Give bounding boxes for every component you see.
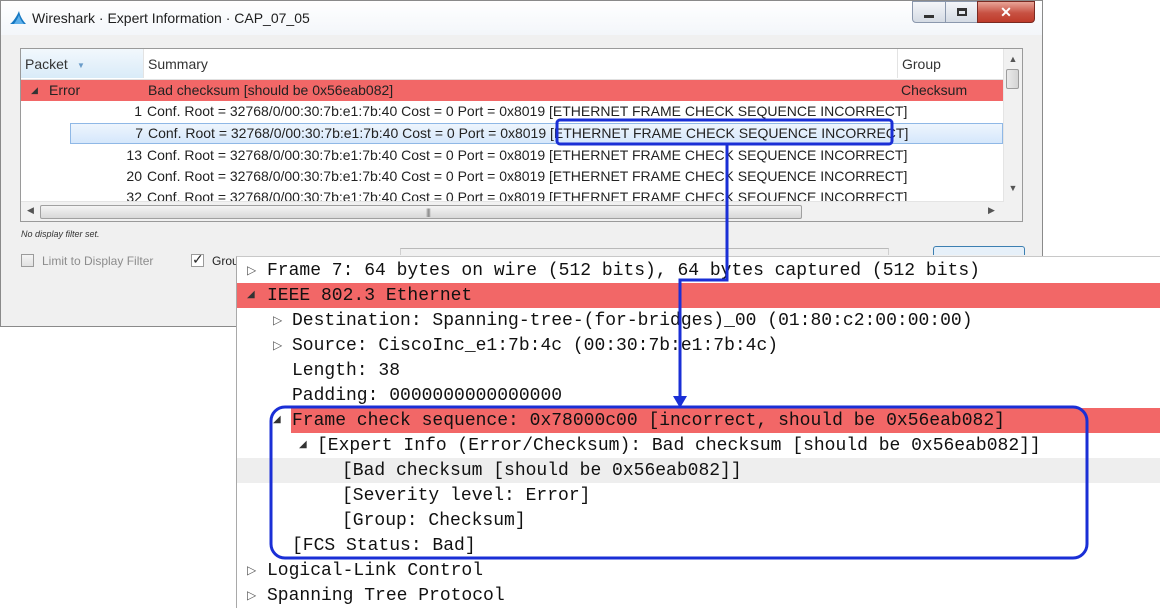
maximize-button[interactable] xyxy=(945,1,978,23)
limit-to-display-filter-label: Limit to Display Filter xyxy=(42,254,154,268)
group-by-summary-label: Grou xyxy=(212,254,239,268)
detail-text: Padding: 0000000000000000 xyxy=(292,386,563,406)
maximize-icon xyxy=(946,3,977,16)
expand-triangle-icon[interactable]: ▷ xyxy=(273,333,282,359)
column-header: Packet ▼ Summary Group xyxy=(21,49,1004,80)
detail-text: Logical-Link Control xyxy=(267,561,484,581)
horizontal-scrollbar[interactable]: ◀ ||| ▶ xyxy=(21,201,1004,221)
expand-triangle-icon[interactable]: ▷ xyxy=(273,308,282,334)
scroll-left-icon[interactable]: ◀ xyxy=(27,205,34,216)
display-filter-note: No display filter set. xyxy=(21,229,100,239)
packet-summary: Conf. Root = 32768/0/00:30:7b:e1:7b:40 C… xyxy=(148,125,909,141)
vertical-scroll-thumb[interactable] xyxy=(1006,69,1019,89)
scroll-corner xyxy=(1004,201,1022,221)
expand-triangle-icon[interactable]: ▷ xyxy=(247,583,256,609)
severity-label: Error xyxy=(49,82,81,98)
detail-row-stp[interactable]: ▷ Spanning Tree Protocol xyxy=(237,583,1160,608)
grip-icon: ||| xyxy=(426,207,431,217)
expert-info-tree[interactable]: Packet ▼ Summary Group ◢ Error Bad check… xyxy=(20,48,1023,222)
detail-row-bad-checksum[interactable]: [Bad checksum [should be 0x56eab082]] xyxy=(237,458,1160,483)
expand-triangle-icon[interactable]: ▷ xyxy=(247,558,256,584)
packet-number: 1 xyxy=(134,103,142,119)
detail-text: [Bad checksum [should be 0x56eab082]] xyxy=(342,461,742,481)
detail-text: Spanning Tree Protocol xyxy=(267,586,505,606)
minimize-button[interactable] xyxy=(912,1,946,23)
dialog-button[interactable] xyxy=(933,246,1025,255)
column-group-label: Group xyxy=(902,56,941,72)
minimize-icon xyxy=(913,3,945,18)
detail-row-group[interactable]: [Group: Checksum] xyxy=(237,508,1160,533)
column-group[interactable]: Group xyxy=(898,49,1004,78)
title-bar[interactable]: Wireshark · Expert Information · CAP_07_… xyxy=(1,1,1042,35)
detail-row-llc[interactable]: ▷ Logical-Link Control xyxy=(237,558,1160,583)
scroll-down-icon[interactable]: ▼ xyxy=(1004,183,1022,193)
detail-row-severity[interactable]: [Severity level: Error] xyxy=(237,483,1160,508)
vertical-scrollbar[interactable]: ▲ ▼ xyxy=(1003,49,1022,201)
search-input[interactable] xyxy=(400,248,889,255)
detail-row-padding[interactable]: Padding: 0000000000000000 xyxy=(237,383,1160,408)
column-summary[interactable]: Summary xyxy=(144,49,898,78)
detail-row-ethernet[interactable]: ◢ IEEE 802.3 Ethernet xyxy=(237,283,1160,308)
detail-text: [Group: Checksum] xyxy=(342,511,526,531)
packet-details-pane[interactable]: ▷ Frame 7: 64 bytes on wire (512 bits), … xyxy=(236,256,1160,608)
collapse-triangle-icon[interactable]: ◢ xyxy=(273,408,281,434)
detail-text: Frame 7: 64 bytes on wire (512 bits), 64… xyxy=(267,261,980,281)
packet-summary: Conf. Root = 32768/0/00:30:7b:e1:7b:40 C… xyxy=(147,168,908,184)
detail-row-frame[interactable]: ▷ Frame 7: 64 bytes on wire (512 bits), … xyxy=(237,258,1160,283)
detail-text: IEEE 802.3 Ethernet xyxy=(267,286,473,306)
close-icon: ✕ xyxy=(1000,4,1012,20)
window-title: Wireshark · Expert Information · CAP_07_… xyxy=(32,10,310,26)
detail-text: Length: 38 xyxy=(292,361,401,381)
detail-text: [Expert Info (Error/Checksum): Bad check… xyxy=(317,436,1041,456)
wireshark-fin-icon xyxy=(10,11,26,24)
packet-number: 20 xyxy=(126,168,142,184)
detail-row-length[interactable]: Length: 38 xyxy=(237,358,1160,383)
column-summary-label: Summary xyxy=(148,56,208,72)
detail-row-destination[interactable]: ▷ Destination: Spanning-tree-(for-bridge… xyxy=(237,308,1160,333)
detail-text: [FCS Status: Bad] xyxy=(292,536,476,556)
scroll-up-icon[interactable]: ▲ xyxy=(1004,54,1022,64)
scroll-right-icon[interactable]: ▶ xyxy=(988,205,995,216)
packet-summary: Conf. Root = 32768/0/00:30:7b:e1:7b:40 C… xyxy=(147,103,908,119)
packet-row-selected[interactable]: 7 Conf. Root = 32768/0/00:30:7b:e1:7b:40… xyxy=(70,123,1003,144)
detail-row-expert-info[interactable]: ◢ [Expert Info (Error/Checksum): Bad che… xyxy=(237,433,1160,458)
packet-row[interactable]: 20 Conf. Root = 32768/0/00:30:7b:e1:7b:4… xyxy=(70,166,1003,187)
close-button[interactable]: ✕ xyxy=(977,1,1035,23)
sort-indicator-icon: ▼ xyxy=(77,61,85,70)
packet-number: 7 xyxy=(135,125,143,141)
column-packet-label: Packet xyxy=(25,56,68,72)
detail-row-fcs-status[interactable]: [FCS Status: Bad] xyxy=(237,533,1160,558)
column-packet[interactable]: Packet ▼ xyxy=(21,49,144,78)
collapse-triangle-icon[interactable]: ◢ xyxy=(299,433,307,459)
detail-row-source[interactable]: ▷ Source: CiscoInc_e1:7b:4c (00:30:7b:e1… xyxy=(237,333,1160,358)
limit-to-display-filter-checkbox[interactable] xyxy=(21,254,34,267)
horizontal-scroll-thumb[interactable]: ||| xyxy=(40,205,802,219)
detail-row-fcs[interactable]: ◢ Frame check sequence: 0x78000c00 [inco… xyxy=(237,408,1160,433)
collapse-triangle-icon[interactable]: ◢ xyxy=(31,80,38,101)
group-by-summary-checkbox[interactable] xyxy=(191,251,204,268)
detail-text: [Severity level: Error] xyxy=(342,486,591,506)
expand-triangle-icon[interactable]: ▷ xyxy=(247,258,256,284)
packet-summary: Conf. Root = 32768/0/00:30:7b:e1:7b:40 C… xyxy=(147,147,908,163)
error-summary: Bad checksum [should be 0x56eab082] xyxy=(148,82,394,98)
collapse-triangle-icon[interactable]: ◢ xyxy=(247,283,255,309)
error-group: Checksum xyxy=(901,82,968,98)
detail-text: Destination: Spanning-tree-(for-bridges)… xyxy=(292,311,973,331)
error-group-row[interactable]: ◢ Error Bad checksum [should be 0x56eab0… xyxy=(21,80,1003,101)
detail-text: Frame check sequence: 0x78000c00 [incorr… xyxy=(292,411,1005,431)
packet-number: 13 xyxy=(126,147,142,163)
packet-row[interactable]: 13 Conf. Root = 32768/0/00:30:7b:e1:7b:4… xyxy=(70,145,1003,166)
packet-row[interactable]: 1 Conf. Root = 32768/0/00:30:7b:e1:7b:40… xyxy=(70,101,1003,122)
detail-text: Source: CiscoInc_e1:7b:4c (00:30:7b:e1:7… xyxy=(292,336,779,356)
